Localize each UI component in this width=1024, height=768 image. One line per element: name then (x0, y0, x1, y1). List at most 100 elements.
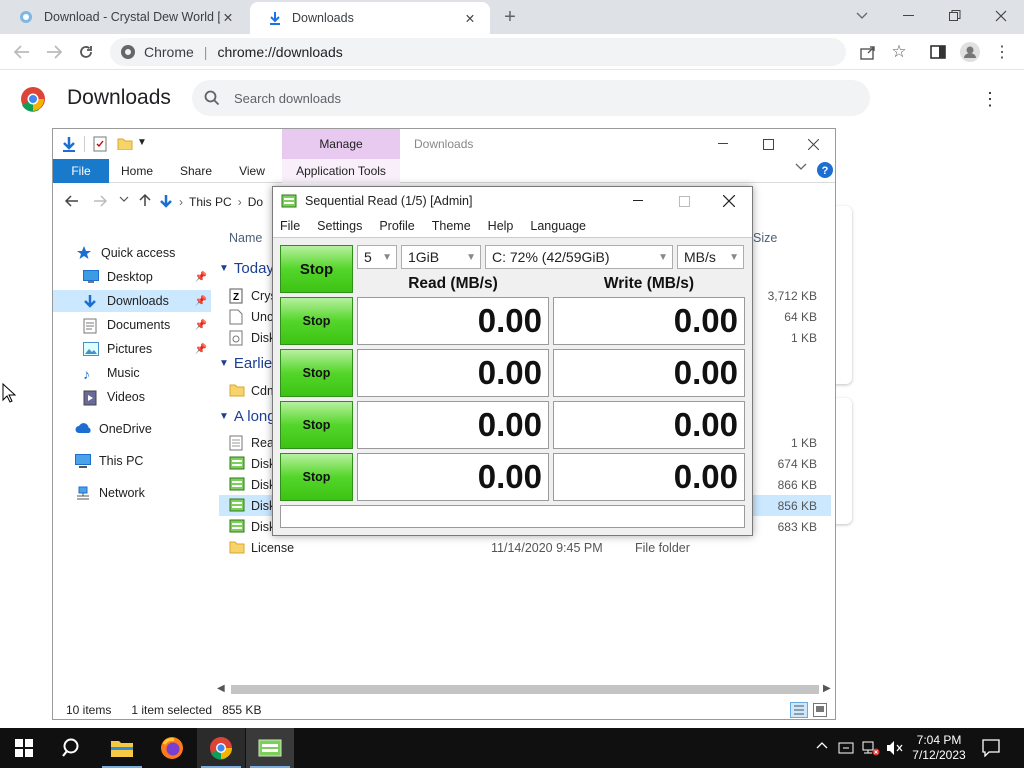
read-result-1: 0.00 (357, 297, 549, 345)
nav-network[interactable]: Network (53, 482, 211, 504)
firefox-icon[interactable] (148, 728, 196, 768)
stop-all-button[interactable]: Stop (280, 245, 353, 293)
diskmark-taskbar-icon[interactable] (246, 728, 294, 768)
profile-avatar-icon[interactable] (958, 40, 982, 64)
menu-file[interactable]: File (280, 219, 300, 233)
tab-search-chevron-icon[interactable] (852, 6, 872, 26)
close-window-icon[interactable] (990, 6, 1012, 26)
nav-pictures[interactable]: Pictures 📌 (53, 338, 211, 360)
notifications-icon[interactable] (982, 739, 1000, 757)
chrome-taskbar-icon[interactable] (197, 728, 245, 768)
share-icon[interactable] (856, 40, 880, 64)
maximize-icon[interactable] (676, 193, 692, 209)
breadcrumb-downloads[interactable]: Do (248, 195, 263, 209)
maximize-icon[interactable] (758, 135, 778, 153)
ribbon-tab-home[interactable]: Home (111, 159, 163, 183)
quick-access-dropdown-icon[interactable]: ▼ (137, 137, 147, 148)
large-icons-view-icon[interactable] (813, 703, 827, 717)
tab-downloads[interactable]: Downloads ✕ (250, 2, 490, 34)
close-tab-icon[interactable]: ✕ (462, 11, 478, 26)
nav-this-pc[interactable]: This PC (53, 450, 211, 472)
search-placeholder: Search downloads (234, 90, 341, 106)
group-header-a-long-time-ago[interactable]: ▼ A long (219, 408, 276, 425)
minimize-icon[interactable] (713, 135, 733, 153)
side-panel-icon[interactable] (926, 40, 950, 64)
stop-seq2-button[interactable]: Stop (280, 349, 353, 397)
file-explorer-taskbar-icon[interactable] (98, 728, 146, 768)
nav-documents[interactable]: Documents 📌 (53, 314, 211, 336)
test-size-select[interactable]: 1GiB ▼ (401, 245, 481, 269)
reload-icon[interactable] (74, 40, 98, 64)
drive-select[interactable]: C: 72% (42/59GiB) ▼ (485, 245, 673, 269)
restore-icon[interactable] (944, 6, 966, 26)
downloads-menu-icon[interactable]: ⋮ (980, 88, 1000, 110)
ribbon-tab-file[interactable]: File (53, 159, 109, 183)
chrome-menu-icon[interactable]: ⋮ (990, 40, 1014, 64)
new-tab-icon[interactable]: + (498, 5, 522, 29)
test-count-select[interactable]: 5 ▼ (357, 245, 397, 269)
file-row[interactable]: License 11/14/2020 9:45 PM File folder (219, 537, 831, 558)
column-header-name[interactable]: Name (229, 231, 262, 245)
page-title: Downloads (67, 86, 171, 109)
close-window-icon[interactable] (803, 135, 823, 153)
unit-select[interactable]: MB/s ▼ (677, 245, 744, 269)
ribbon-tab-view[interactable]: View (225, 159, 279, 183)
help-icon[interactable]: ? (817, 162, 833, 178)
menu-language[interactable]: Language (530, 219, 586, 233)
network-tray-icon[interactable] (862, 740, 880, 756)
comment-field[interactable] (280, 505, 745, 528)
close-window-icon[interactable] (721, 193, 737, 209)
ribbon-tab-application-tools[interactable]: Application Tools (282, 159, 400, 183)
forward-icon[interactable] (42, 40, 66, 64)
recent-locations-icon[interactable] (119, 195, 129, 203)
nav-downloads[interactable]: Downloads 📌 (53, 290, 211, 312)
menu-help[interactable]: Help (488, 219, 514, 233)
menu-settings[interactable]: Settings (317, 219, 362, 233)
windows-start-icon[interactable] (0, 728, 48, 768)
group-header-today[interactable]: ▼ Today (219, 260, 274, 277)
search-icon[interactable] (48, 728, 96, 768)
properties-icon[interactable] (93, 136, 107, 152)
stop-rnd1-button[interactable]: Stop (280, 401, 353, 449)
menu-profile[interactable]: Profile (379, 219, 414, 233)
new-folder-icon[interactable] (117, 136, 133, 150)
scrollbar-thumb[interactable] (231, 685, 819, 694)
up-level-icon[interactable] (139, 193, 151, 207)
bookmark-star-icon[interactable]: ☆ (887, 40, 911, 64)
group-label: Today (233, 260, 274, 277)
minimize-icon[interactable] (630, 193, 646, 209)
breadcrumb-this-pc[interactable]: This PC (189, 195, 232, 209)
horizontal-scrollbar[interactable]: ◀ ▶ (215, 681, 835, 697)
nav-music[interactable]: ♪ Music (53, 362, 211, 384)
column-header-size[interactable]: Size (753, 231, 777, 245)
back-icon[interactable] (10, 40, 34, 64)
group-header-earlier[interactable]: ▼ Earlie (219, 355, 272, 372)
tab-crystal-dew-world[interactable]: Download - Crystal Dew World [e ✕ (0, 0, 248, 34)
stop-rnd2-button[interactable]: Stop (280, 453, 353, 501)
menu-theme[interactable]: Theme (432, 219, 471, 233)
omnibox[interactable]: Chrome | chrome://downloads (110, 38, 846, 66)
expand-ribbon-icon[interactable] (795, 163, 807, 171)
stop-seq1-button[interactable]: Stop (280, 297, 353, 345)
tray-device-icon[interactable] (838, 740, 856, 756)
breadcrumb[interactable]: › This PC › Do (159, 189, 275, 215)
nav-desktop[interactable]: Desktop 📌 (53, 266, 211, 288)
chevron-down-icon: ▼ (658, 251, 668, 263)
ribbon-tab-share[interactable]: Share (169, 159, 223, 183)
url-text: chrome://downloads (217, 44, 343, 60)
nav-videos[interactable]: Videos (53, 386, 211, 408)
minimize-icon[interactable] (898, 6, 920, 26)
nav-quick-access[interactable]: Quick access (53, 242, 211, 264)
nav-onedrive[interactable]: OneDrive (53, 418, 211, 440)
details-view-icon[interactable] (790, 702, 808, 718)
clock[interactable]: 7:04 PM 7/12/2023 (910, 733, 968, 763)
close-tab-icon[interactable]: ✕ (220, 10, 236, 25)
manage-tab[interactable]: Manage (282, 129, 400, 159)
forward-icon[interactable] (93, 195, 107, 207)
back-icon[interactable] (65, 195, 79, 207)
write-result-3: 0.00 (553, 401, 745, 449)
nav-label: Desktop (107, 270, 153, 284)
volume-muted-icon[interactable] (886, 740, 904, 756)
search-downloads-input[interactable]: Search downloads (192, 80, 870, 116)
tray-overflow-chevron-icon[interactable] (816, 741, 828, 749)
